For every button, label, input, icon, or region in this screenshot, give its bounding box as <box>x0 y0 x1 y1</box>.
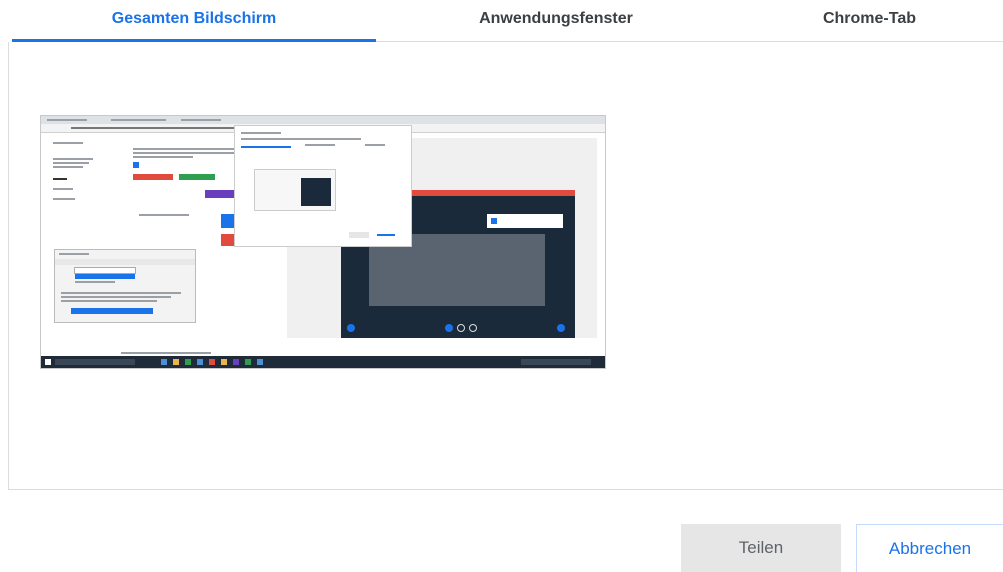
source-tabs: Gesamten Bildschirm Anwendungsfenster Ch… <box>0 0 1003 44</box>
screen-preview-thumbnail[interactable] <box>41 116 605 368</box>
preview-browser-tabs <box>41 116 605 124</box>
preview-caption <box>121 352 211 354</box>
preview-popup-window <box>55 250 195 322</box>
share-button[interactable]: Teilen <box>681 524 841 572</box>
tab-application-window[interactable]: Anwendungsfenster <box>376 10 736 44</box>
cancel-button[interactable]: Abbrechen <box>856 524 1003 572</box>
preview-share-dialog <box>235 126 411 246</box>
tab-chrome-tab[interactable]: Chrome-Tab <box>736 10 1003 44</box>
preview-taskbar <box>41 356 605 368</box>
